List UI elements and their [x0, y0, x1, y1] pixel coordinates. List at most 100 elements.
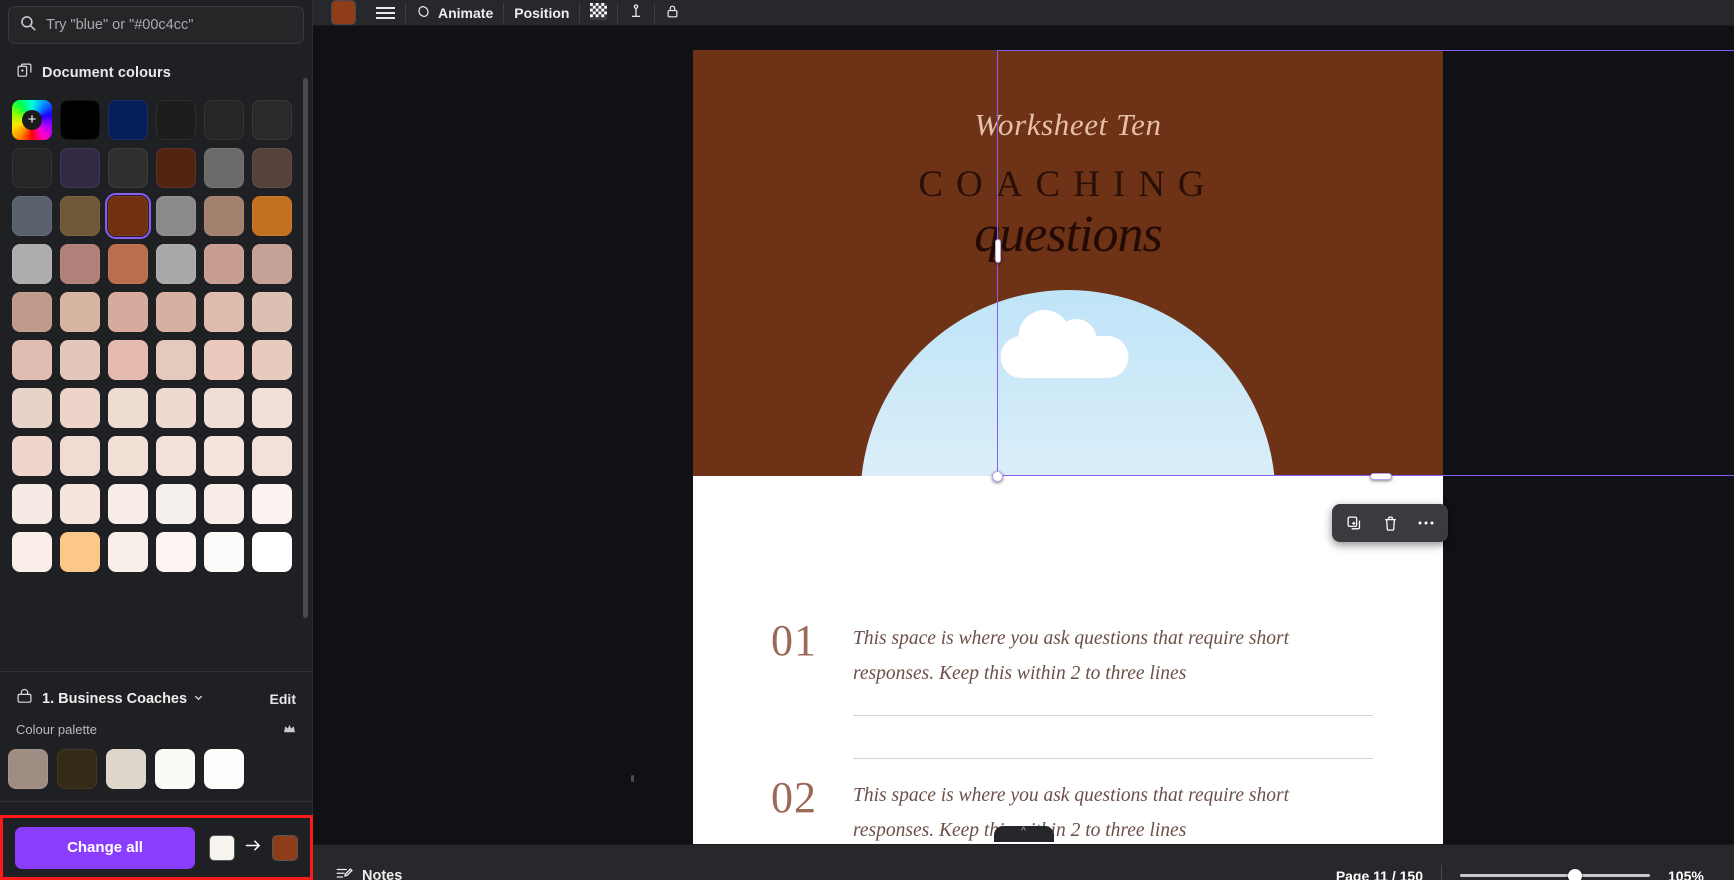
colour-swatch[interactable]	[60, 388, 100, 428]
colour-swatch[interactable]	[204, 244, 244, 284]
colour-swatch[interactable]	[204, 532, 244, 572]
colour-swatch[interactable]	[252, 244, 292, 284]
swatch-cell	[104, 96, 152, 144]
brand-palette-swatch[interactable]	[8, 749, 48, 789]
colour-swatch[interactable]	[252, 148, 292, 188]
colour-swatch[interactable]	[252, 100, 292, 140]
swatch-cell	[8, 96, 56, 144]
effects-button[interactable]	[618, 0, 654, 25]
canvas-area[interactable]: Worksheet Ten COACHING questions 01 This…	[313, 26, 1734, 844]
colour-swatch[interactable]	[156, 244, 196, 284]
brand-palette-swatch[interactable]	[57, 749, 97, 789]
position-button[interactable]: Position	[504, 0, 579, 25]
colour-swatch[interactable]	[105, 193, 151, 239]
duplicate-icon[interactable]	[1338, 508, 1370, 538]
animate-button[interactable]: Animate	[406, 0, 503, 25]
zoom-slider[interactable]	[1460, 867, 1650, 880]
text-lines-button[interactable]	[366, 0, 405, 25]
colour-swatch[interactable]	[156, 148, 196, 188]
colour-swatch[interactable]	[204, 148, 244, 188]
colour-swatch[interactable]	[60, 340, 100, 380]
colour-swatch[interactable]	[108, 100, 148, 140]
swatch-cell	[8, 480, 56, 528]
brand-palette-swatch[interactable]	[106, 749, 146, 789]
swatch-cell	[200, 384, 248, 432]
colour-swatch[interactable]	[156, 388, 196, 428]
search-box[interactable]	[8, 6, 304, 44]
colour-swatch-button[interactable]	[321, 0, 366, 25]
colour-swatch[interactable]	[204, 340, 244, 380]
more-options-icon[interactable]	[1410, 508, 1442, 538]
colour-swatch[interactable]	[156, 532, 196, 572]
colour-swatch[interactable]	[252, 484, 292, 524]
colour-swatch[interactable]	[60, 532, 100, 572]
colour-swatch[interactable]	[156, 292, 196, 332]
colour-swatch[interactable]	[156, 340, 196, 380]
colour-swatch[interactable]	[108, 388, 148, 428]
page-panel-toggle[interactable]: ^	[993, 826, 1054, 842]
search-input[interactable]	[46, 17, 293, 33]
add-colour-icon[interactable]	[12, 100, 52, 140]
colour-swatch[interactable]	[204, 292, 244, 332]
sidebar-scrollbar[interactable]	[303, 78, 308, 618]
colour-swatch[interactable]	[204, 388, 244, 428]
colour-swatch[interactable]	[252, 196, 292, 236]
chevron-down-icon[interactable]	[193, 692, 204, 706]
colour-swatch[interactable]	[60, 148, 100, 188]
colour-swatch[interactable]	[252, 436, 292, 476]
colour-swatch[interactable]	[12, 388, 52, 428]
colour-swatch[interactable]	[60, 100, 100, 140]
colour-swatch[interactable]	[12, 292, 52, 332]
colour-swatch[interactable]	[60, 244, 100, 284]
colour-swatch[interactable]	[108, 484, 148, 524]
question-text[interactable]: This space is where you ask questions th…	[853, 778, 1343, 844]
colour-swatch[interactable]	[108, 148, 148, 188]
colour-swatch[interactable]	[108, 532, 148, 572]
colour-swatch[interactable]	[60, 484, 100, 524]
brand-kit-row[interactable]: 1. Business Coaches Edit	[0, 672, 312, 710]
colour-swatch[interactable]	[12, 532, 52, 572]
colour-swatch[interactable]	[12, 340, 52, 380]
colour-swatch[interactable]	[252, 340, 292, 380]
colour-swatch[interactable]	[252, 532, 292, 572]
colour-swatch[interactable]	[156, 100, 196, 140]
question-text[interactable]: This space is where you ask questions th…	[853, 621, 1343, 691]
colour-swatch[interactable]	[204, 196, 244, 236]
lock-button[interactable]	[655, 0, 690, 25]
colour-swatch[interactable]	[60, 196, 100, 236]
colour-swatch[interactable]	[60, 436, 100, 476]
current-colour-swatch[interactable]	[331, 0, 356, 25]
colour-swatch[interactable]	[12, 244, 52, 284]
horizontal-scrollbar[interactable]	[631, 775, 1734, 782]
colour-swatch[interactable]	[12, 148, 52, 188]
colour-swatch[interactable]	[204, 484, 244, 524]
colour-swatch[interactable]	[108, 244, 148, 284]
colour-swatch[interactable]	[108, 436, 148, 476]
colour-swatch[interactable]	[204, 436, 244, 476]
colour-swatch[interactable]	[156, 436, 196, 476]
transparency-button[interactable]	[580, 0, 617, 25]
colour-swatch[interactable]	[156, 484, 196, 524]
brand-kit-edit-button[interactable]: Edit	[270, 691, 296, 707]
colour-swatch[interactable]	[12, 484, 52, 524]
change-all-button[interactable]: Change all	[15, 826, 195, 869]
colour-swatch[interactable]	[156, 196, 196, 236]
zoom-slider-knob[interactable]	[1568, 868, 1582, 880]
colour-swatch[interactable]	[108, 292, 148, 332]
colour-palette-label-row: Colour palette	[0, 710, 312, 737]
colour-swatch[interactable]	[252, 292, 292, 332]
document-colours-title: Document colours	[42, 65, 171, 81]
colour-swatch[interactable]	[108, 340, 148, 380]
colour-swatch[interactable]	[12, 196, 52, 236]
colour-swatch[interactable]	[204, 100, 244, 140]
colour-swatch[interactable]	[60, 292, 100, 332]
colour-swatch[interactable]	[12, 436, 52, 476]
change-to-swatch[interactable]	[272, 834, 298, 861]
brand-palette-swatch[interactable]	[155, 749, 195, 789]
design-page[interactable]: Worksheet Ten COACHING questions 01 This…	[693, 50, 1443, 844]
change-from-swatch[interactable]	[209, 834, 235, 861]
brand-palette-swatch[interactable]	[204, 749, 244, 789]
colour-swatch[interactable]	[252, 388, 292, 428]
notes-button[interactable]: Notes	[335, 865, 402, 880]
trash-icon[interactable]	[1374, 508, 1406, 538]
